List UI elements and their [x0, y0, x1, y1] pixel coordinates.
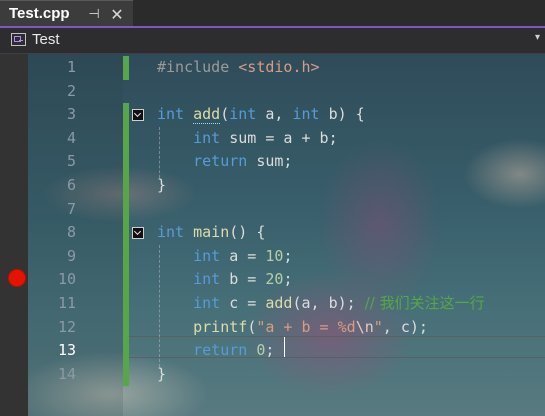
- code-token: (: [220, 105, 230, 124]
- code-token: ;: [265, 341, 275, 360]
- code-token: ": [373, 317, 383, 336]
- code-token: // 我们关注这一行: [364, 294, 485, 312]
- code-line[interactable]: return sum;: [157, 150, 292, 174]
- line-number: 8: [66, 223, 76, 242]
- code-token: sum;: [247, 152, 293, 171]
- code-token: a,: [256, 105, 293, 124]
- code-token: int: [193, 246, 221, 265]
- code-token: #include: [157, 58, 239, 76]
- code-token: printf: [193, 317, 248, 336]
- code-token: int: [193, 128, 221, 147]
- code-token: int: [193, 294, 221, 312]
- code-token: return: [193, 341, 248, 360]
- line-number: 11: [57, 294, 76, 312]
- close-icon[interactable]: ✕: [107, 4, 127, 24]
- line-number: 13: [57, 341, 76, 360]
- line-number: 5: [66, 152, 76, 171]
- code-token: add: [265, 294, 293, 312]
- code-token: () {: [229, 223, 266, 242]
- line-number: 1: [66, 58, 76, 76]
- code-editor[interactable]: 1 2 3 4 5 6 7 8 9 10 11 12 13 14 #include <stdio.h> int…: [0, 54, 545, 416]
- line-number: 7: [66, 199, 76, 218]
- code-token: b =: [220, 270, 266, 289]
- code-token: <stdio.h>: [238, 58, 320, 76]
- code-token: int: [193, 270, 221, 289]
- code-token: "a + b = %d: [256, 317, 356, 336]
- code-line[interactable]: int main() {: [157, 221, 265, 245]
- code-line[interactable]: printf("a + b = %d\n", c);: [157, 316, 428, 340]
- code-line[interactable]: int b = 20;: [157, 268, 292, 292]
- code-token: int: [157, 223, 185, 242]
- project-dropdown[interactable]: Test: [32, 31, 60, 48]
- code-token: int: [157, 105, 185, 124]
- change-indicator-bar: [123, 56, 129, 80]
- fold-toggle-icon[interactable]: [132, 109, 144, 122]
- code-line[interactable]: }: [157, 174, 166, 198]
- code-token: ;: [283, 270, 293, 289]
- code-token: }: [157, 176, 167, 194]
- breakpoint-icon[interactable]: [8, 269, 26, 287]
- tab-strip: Test.cpp ⊣ ✕: [0, 0, 545, 28]
- tab-test-cpp[interactable]: Test.cpp ⊣ ✕: [0, 0, 133, 26]
- code-line[interactable]: int a = 10;: [157, 245, 292, 269]
- code-line[interactable]: int add(int a, int b) {: [157, 103, 365, 127]
- line-number: 2: [66, 81, 76, 100]
- pin-icon[interactable]: ⊣: [84, 4, 104, 24]
- code-token: 20: [265, 270, 284, 289]
- code-token: 10: [265, 246, 284, 265]
- line-number: 14: [57, 364, 76, 383]
- code-line[interactable]: #include <stdio.h>: [157, 56, 320, 80]
- code-token: main: [193, 223, 230, 242]
- code-token: return: [193, 152, 248, 171]
- code-token: ;: [283, 246, 293, 265]
- change-indicator-bar: [123, 103, 129, 387]
- code-token: int: [229, 105, 257, 124]
- code-token: c =: [220, 294, 266, 312]
- chevron-down-icon[interactable]: ▾: [535, 32, 540, 43]
- text-cursor: [284, 337, 285, 357]
- code-token: a =: [220, 246, 266, 265]
- project-icon: [11, 33, 26, 46]
- line-number: 4: [66, 128, 76, 147]
- code-token: (a, b);: [292, 294, 365, 312]
- fold-toggle-icon[interactable]: [132, 227, 144, 240]
- code-token: add: [193, 105, 221, 125]
- code-token: (: [247, 317, 257, 336]
- code-token: b) {: [319, 105, 365, 124]
- line-number: 10: [57, 270, 76, 289]
- line-number: 6: [66, 176, 76, 194]
- code-line[interactable]: return 0;: [157, 339, 274, 363]
- code-token: int: [292, 105, 320, 124]
- glyph-margin[interactable]: [0, 54, 28, 416]
- code-token: }: [157, 364, 167, 383]
- line-number: 9: [66, 246, 76, 265]
- code-token: \n: [355, 317, 374, 336]
- line-number: 3: [66, 105, 76, 124]
- code-token: , c);: [382, 317, 428, 336]
- tab-title: Test.cpp: [9, 5, 70, 22]
- line-number: 12: [57, 317, 76, 336]
- code-line[interactable]: }: [157, 363, 166, 387]
- code-line[interactable]: int sum = a + b;: [157, 127, 338, 151]
- code-token: sum = a + b;: [220, 128, 338, 147]
- code-line[interactable]: int c = add(a, b); // 我们关注这一行: [157, 292, 485, 316]
- navigation-bar: Test ▾: [0, 28, 545, 54]
